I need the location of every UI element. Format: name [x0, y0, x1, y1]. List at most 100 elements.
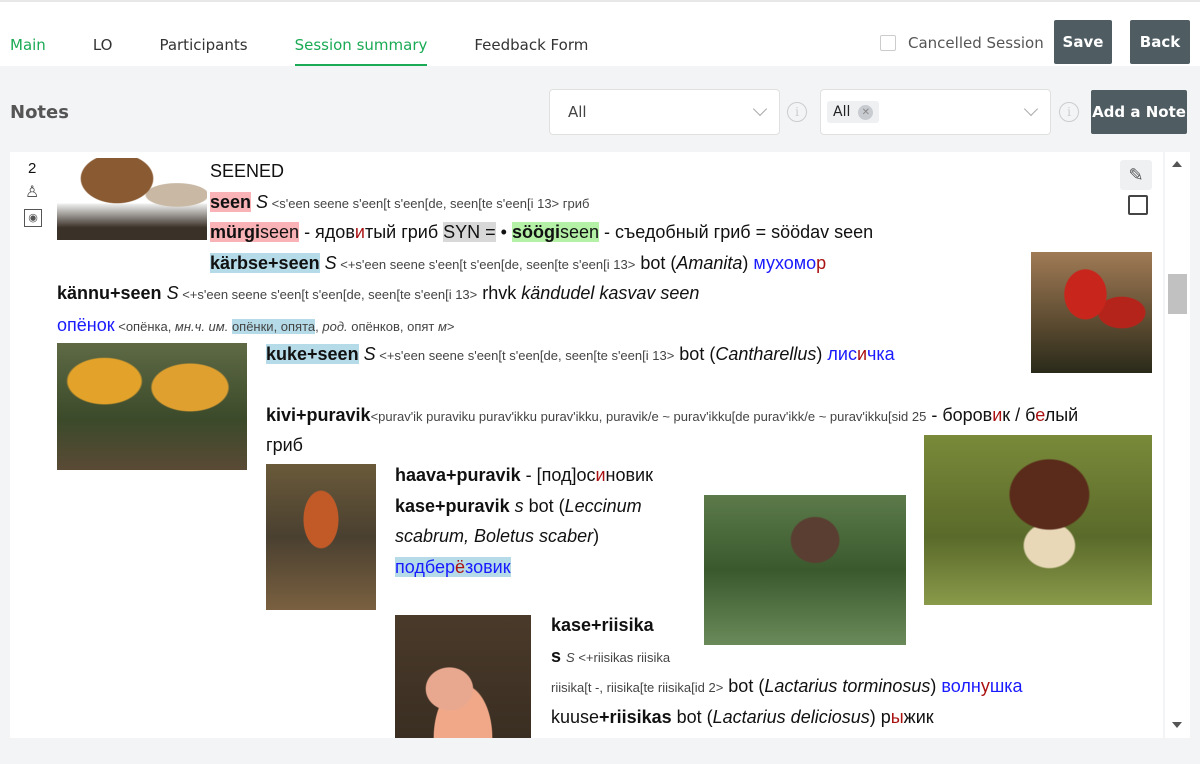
cancelled-session-toggle[interactable]: Cancelled Session — [880, 34, 1044, 52]
text-segment: SYN = — [443, 222, 496, 242]
entry-line: опёнок <опёнка, мн.ч. им. опёнки, опята,… — [57, 313, 455, 339]
text-segment: и — [856, 344, 868, 364]
entry-line: mürgiseen - ядовитый гриб SYN = • söögis… — [210, 220, 873, 244]
entry-line: гриб — [266, 433, 303, 457]
entry-line: scabrum, Boletus scaber) — [395, 524, 599, 548]
mushroom-image — [57, 158, 207, 240]
text-segment: kändudel kasvav seen — [521, 283, 700, 303]
scroll-down-icon[interactable] — [1172, 722, 1182, 728]
text-segment: rhvk — [477, 283, 522, 303]
entry-line: kuuse+riisikas bot (Lactarius deliciosus… — [551, 705, 934, 729]
entry-line: seen S <s'een seene s'een[t s'een[de, se… — [210, 190, 589, 216]
save-button[interactable]: Save — [1054, 20, 1112, 64]
cancelled-session-checkbox[interactable] — [880, 35, 896, 51]
text-segment: S — [166, 283, 179, 303]
add-note-button[interactable]: Add a Note — [1091, 90, 1187, 134]
text-segment: чка — [867, 344, 895, 364]
text-segment: <+s'een seene s'een[t s'een[de, seen[te … — [178, 287, 478, 302]
entry-line: kuke+seen S <+s'een seene s'een[t s'een[… — [266, 342, 895, 368]
text-segment: ) — [930, 676, 942, 696]
text-segment: подбер — [395, 557, 455, 577]
text-segment: Lactarius deliciosus — [712, 707, 870, 727]
tab-feedback-form[interactable]: Feedback Form — [474, 36, 588, 66]
entry-line: подберёзовик — [395, 555, 511, 579]
text-segment: - [под]ос — [520, 465, 596, 485]
text-segment: • — [495, 222, 512, 242]
info-icon[interactable]: i — [1059, 102, 1079, 122]
text-segment: и — [595, 465, 606, 485]
text-segment: м — [438, 319, 447, 334]
text-segment: haava+puravik — [395, 465, 521, 485]
text-segment: <опёнка, — [114, 319, 175, 334]
tab-participants[interactable]: Participants — [159, 36, 247, 66]
entry-line: riisika[t -, riisika[te riisika[id 2> bo… — [551, 674, 1023, 700]
text-segment: seen — [260, 222, 300, 242]
text-segment: kivi+puravik — [266, 405, 371, 425]
text-segment: bot ( — [723, 676, 765, 696]
text-segment: bot ( — [674, 344, 716, 364]
select-note-checkbox[interactable] — [1128, 195, 1148, 215]
tab-main[interactable]: Main — [10, 36, 46, 66]
text-segment: ) — [816, 344, 828, 364]
text-segment: kännu+seen — [57, 283, 162, 303]
text-segment: жик — [903, 707, 934, 727]
text-segment: ё — [455, 557, 466, 577]
text-segment: р — [816, 253, 827, 273]
text-segment: опёнок — [57, 315, 115, 335]
text-segment: kuke+seen — [266, 344, 359, 364]
text-segment: S — [256, 192, 269, 212]
text-segment: мн.ч. им. — [174, 319, 229, 334]
amanita-image — [1031, 252, 1152, 373]
text-segment: S — [566, 650, 575, 665]
text-segment: опёнков, опят — [347, 319, 438, 334]
text-segment: е — [1035, 405, 1045, 425]
text-segment: kase+riisika — [551, 615, 654, 635]
text-segment: ы — [890, 707, 904, 727]
text-segment: - боров — [926, 405, 993, 425]
visibility-select[interactable]: All ✕ — [820, 89, 1051, 135]
text-segment: söögi — [511, 222, 560, 242]
text-segment: - съедобный гриб = söödav seen — [599, 222, 874, 242]
text-segment: <+riisikas riisika — [574, 650, 671, 665]
top-bar: Main LO Participants Session summary Feedbac… — [0, 0, 1200, 66]
text-segment: <+s'een seene s'een[t s'een[de, seen[te … — [336, 257, 636, 272]
scrollbar[interactable] — [1165, 152, 1190, 738]
info-icon[interactable]: i — [787, 102, 807, 122]
entry-line: kärbse+seen S <+s'een seene s'een[t s'ee… — [210, 251, 826, 277]
text-segment: новик — [605, 465, 653, 485]
note-number: 2 — [28, 160, 37, 177]
tab-session-summary[interactable]: Session summary — [294, 36, 428, 66]
entry-line: kivi+puravik<purav'ik puraviku purav'ikk… — [266, 403, 1078, 429]
text-segment: и — [992, 405, 1003, 425]
tab-bar: Main LO Participants Session summary Feedbac… — [10, 36, 635, 66]
text-segment: тый гриб — [364, 222, 444, 242]
entry-line: SEENED — [210, 159, 284, 183]
eye-icon[interactable]: ◉ — [24, 209, 42, 227]
text-segment: Amanita — [676, 253, 743, 273]
text-segment: ) — [593, 526, 600, 546]
cancelled-session-label: Cancelled Session — [908, 34, 1044, 52]
scrollbar-thumb[interactable] — [1168, 274, 1187, 314]
tab-lo[interactable]: LO — [93, 36, 113, 66]
entry-line: s S <+riisikas riisika — [551, 644, 670, 670]
text-segment: мухомо — [753, 253, 817, 273]
text-segment: шка — [989, 676, 1023, 696]
text-segment: Cantharellus — [715, 344, 817, 364]
text-segment: <+s'een seene s'een[t s'een[de, seen[te … — [375, 348, 675, 363]
text-segment: kase+puravik — [395, 496, 510, 516]
close-icon[interactable]: ✕ — [858, 104, 874, 120]
user-icon[interactable]: ♙ — [25, 182, 39, 202]
selected-chip: All ✕ — [827, 101, 880, 123]
porcini-image — [924, 435, 1152, 605]
text-segment: зовик — [465, 557, 511, 577]
orange-birch-bolete-image — [266, 464, 376, 610]
back-button[interactable]: Back — [1130, 20, 1190, 64]
pencil-icon[interactable]: ✎ — [1120, 160, 1152, 190]
birch-bolete-image — [704, 495, 906, 645]
text-segment: S — [324, 253, 337, 273]
notes-title: Notes — [10, 102, 69, 123]
note-type-select[interactable]: All — [549, 89, 780, 135]
text-segment: ) — [742, 253, 754, 273]
text-segment: - ядов — [299, 222, 355, 242]
scroll-up-icon[interactable] — [1172, 161, 1182, 167]
